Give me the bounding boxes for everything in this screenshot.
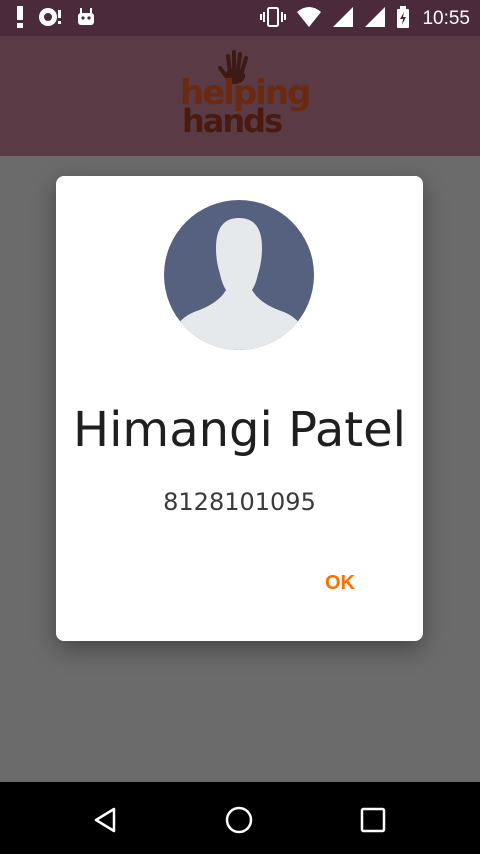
- wifi-icon: [296, 6, 322, 32]
- vibrate-icon: [260, 6, 287, 32]
- back-button[interactable]: [86, 800, 126, 840]
- android-icon: [76, 7, 96, 31]
- status-time: 10:55: [422, 8, 470, 29]
- avatar: [164, 200, 314, 350]
- contact-phone: 8128101095: [163, 488, 316, 516]
- svg-text:hands: hands: [182, 102, 282, 140]
- notification-icon: [38, 6, 62, 32]
- recents-button[interactable]: [353, 800, 393, 840]
- signal-icon: [364, 6, 386, 32]
- status-icons-right: 10:55: [260, 6, 470, 32]
- battery-icon: [396, 6, 410, 32]
- ok-button[interactable]: OK: [317, 566, 363, 601]
- alert-icon: [16, 6, 24, 32]
- navigation-bar: [0, 782, 480, 854]
- contact-name: Himangi Patel: [73, 402, 406, 458]
- status-bar: 10:55: [0, 0, 480, 36]
- back-icon: [94, 807, 116, 833]
- status-icons-left: [16, 6, 96, 32]
- home-icon: [225, 806, 253, 834]
- home-button[interactable]: [219, 800, 259, 840]
- person-icon: [164, 200, 314, 350]
- app-header: helping hands: [0, 36, 480, 156]
- recents-icon: [360, 807, 386, 833]
- helping-hands-logo: helping hands: [172, 50, 312, 140]
- contact-dialog: Himangi Patel 8128101095 OK: [56, 176, 423, 641]
- signal-icon: [332, 6, 354, 32]
